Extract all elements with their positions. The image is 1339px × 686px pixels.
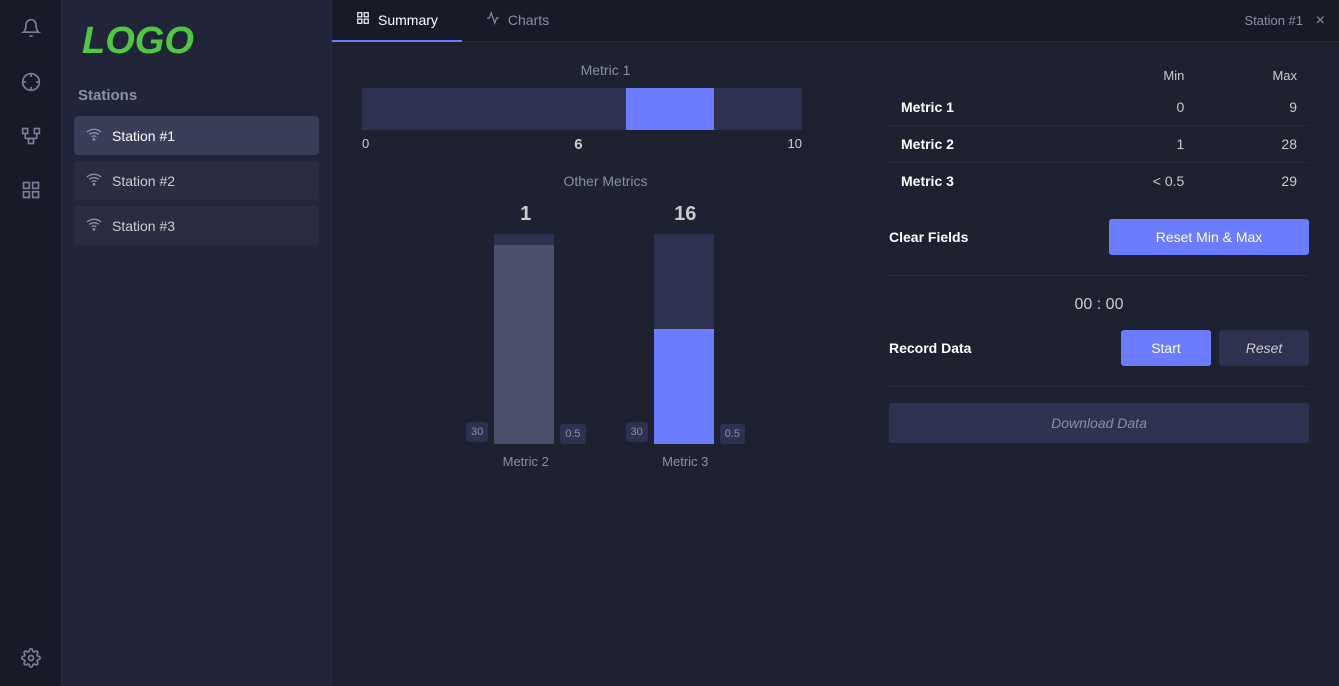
- download-data-button[interactable]: Download Data: [889, 403, 1309, 443]
- wifi-icon-1: [86, 126, 102, 145]
- sidebar: LOGO Stations Station #1 Station #2 Stat…: [62, 0, 332, 686]
- metric2-value: 1: [520, 203, 531, 226]
- close-button[interactable]: ×: [1316, 12, 1325, 30]
- wifi-icon-3: [86, 216, 102, 235]
- sidebar-item-station3[interactable]: Station #3: [74, 206, 319, 245]
- metric3-value: 16: [674, 203, 696, 226]
- summary-tab-icon: [356, 11, 370, 28]
- sidebar-item-station2[interactable]: Station #2: [74, 161, 319, 200]
- metric2-chart: 1 30 0.5 Metric 2: [466, 203, 586, 469]
- stats-header-min: Min: [1067, 62, 1196, 89]
- tab-summary[interactable]: Summary: [332, 0, 462, 42]
- stats-row-metric2: Metric 2 1 28: [889, 126, 1309, 163]
- metric2-bar-wrapper: 30 0.5: [466, 234, 586, 444]
- record-buttons: Start Reset: [1121, 330, 1309, 366]
- stats-row-metric1: Metric 1 0 9: [889, 89, 1309, 126]
- reset-min-max-button[interactable]: Reset Min & Max: [1109, 219, 1309, 255]
- stats-row-metric3: Metric 3 < 0.5 29: [889, 163, 1309, 200]
- charts-section: Metric 1 0 6 10 Other Metrics 1: [362, 62, 849, 666]
- stats-metric1-max: 9: [1196, 89, 1309, 126]
- stats-metric2-name: Metric 2: [889, 126, 1067, 163]
- metric3-chart: 16 30 0.5 Metric 3: [626, 203, 746, 469]
- stats-metric3-name: Metric 3: [889, 163, 1067, 200]
- metric1-label-left: 0: [362, 136, 369, 153]
- bell-icon[interactable]: [13, 10, 49, 46]
- station2-label: Station #2: [112, 173, 175, 189]
- metric1-block: Metric 1 0 6 10: [362, 62, 849, 153]
- stats-panel: Min Max Metric 1 0 9 Metric 2 1 28: [889, 62, 1309, 666]
- metric1-title: Metric 1: [362, 62, 849, 78]
- charts-tab-label: Charts: [508, 12, 549, 28]
- stats-metric3-max: 29: [1196, 163, 1309, 200]
- stats-metric1-name: Metric 1: [889, 89, 1067, 126]
- metric2-bar-fill: [494, 245, 554, 445]
- metric3-bar-fill: [654, 329, 714, 445]
- icon-bar: [0, 0, 62, 686]
- clear-fields-row: Clear Fields Reset Min & Max: [889, 219, 1309, 276]
- metric1-bar: [362, 88, 802, 130]
- station3-label: Station #3: [112, 218, 175, 234]
- topbar: Summary Charts Station #1 ×: [332, 0, 1339, 42]
- grid-icon[interactable]: [13, 172, 49, 208]
- stats-metric2-max: 28: [1196, 126, 1309, 163]
- start-button[interactable]: Start: [1121, 330, 1211, 366]
- gear-icon[interactable]: [13, 640, 49, 676]
- metric1-bar-fill: [626, 88, 714, 130]
- other-metrics-block: Other Metrics 1 30 0.5: [362, 173, 849, 469]
- metric3-bottom-scale: 0.5: [720, 424, 745, 444]
- other-metrics-title: Other Metrics: [362, 173, 849, 189]
- metric1-label-right: 10: [788, 136, 802, 153]
- main-content: Summary Charts Station #1 × Metric 1 0: [332, 0, 1339, 686]
- stats-metric2-min: 1: [1067, 126, 1196, 163]
- crosshair-icon[interactable]: [13, 64, 49, 100]
- station1-label: Station #1: [112, 128, 175, 144]
- metric2-label: Metric 2: [503, 454, 549, 469]
- sidebar-title: Stations: [74, 87, 319, 104]
- metric3-top-scale: 30: [626, 422, 648, 442]
- timer-display: 00 : 00: [889, 296, 1309, 314]
- reset-button[interactable]: Reset: [1219, 330, 1309, 366]
- metric3-label: Metric 3: [662, 454, 708, 469]
- stats-metric1-min: 0: [1067, 89, 1196, 126]
- tab-charts[interactable]: Charts: [462, 0, 573, 42]
- network-icon[interactable]: [13, 118, 49, 154]
- metric2-bottom-scale: 0.5: [560, 424, 585, 444]
- charts-tab-icon: [486, 11, 500, 28]
- metric2-bar-outer: [494, 234, 554, 444]
- metric2-top-scale: 30: [466, 422, 488, 442]
- metric3-bar-wrapper: 30 0.5: [626, 234, 746, 444]
- stats-metric3-min: < 0.5: [1067, 163, 1196, 200]
- logo: LOGO: [74, 20, 319, 63]
- summary-tab-label: Summary: [378, 12, 438, 28]
- stats-header-max: Max: [1196, 62, 1309, 89]
- stats-table: Min Max Metric 1 0 9 Metric 2 1 28: [889, 62, 1309, 199]
- metric3-bar-outer: [654, 234, 714, 444]
- clear-fields-label: Clear Fields: [889, 229, 968, 245]
- other-metrics-charts: 1 30 0.5 Metric 2: [362, 203, 849, 469]
- record-data-label: Record Data: [889, 340, 971, 356]
- record-data-row: Record Data Start Reset: [889, 330, 1309, 387]
- wifi-icon-2: [86, 171, 102, 190]
- content-area: Metric 1 0 6 10 Other Metrics 1: [332, 42, 1339, 686]
- sidebar-item-station1[interactable]: Station #1: [74, 116, 319, 155]
- metric1-label-center: 6: [574, 136, 582, 153]
- topbar-station-label: Station #1: [1244, 13, 1303, 28]
